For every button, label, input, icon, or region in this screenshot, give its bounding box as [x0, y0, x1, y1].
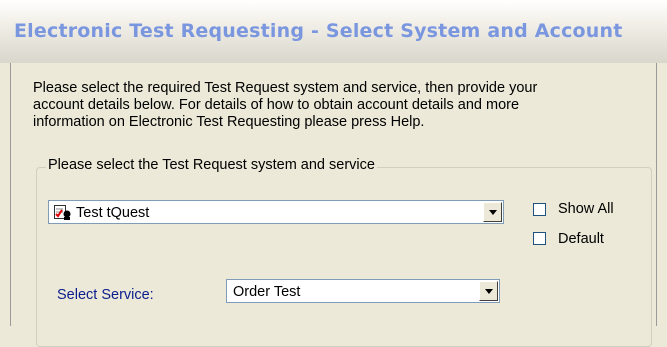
chevron-down-icon — [488, 209, 497, 215]
service-select-dropdown-button[interactable] — [479, 281, 498, 301]
show-all-checkbox[interactable] — [533, 203, 546, 216]
chevron-down-icon — [484, 288, 493, 294]
default-label[interactable]: Default — [558, 231, 604, 247]
system-select[interactable]: Test tQuest — [48, 200, 504, 224]
system-select-value: Test tQuest — [76, 205, 150, 221]
system-service-groupbox — [36, 167, 652, 347]
select-service-label: Select Service: — [57, 287, 154, 303]
default-checkbox[interactable] — [533, 232, 546, 245]
instructions-line: information on Electronic Test Requestin… — [33, 114, 425, 130]
instructions-text: Please select the required Test Request … — [33, 80, 633, 131]
service-select-value: Order Test — [233, 284, 301, 300]
system-service-group-legend: Please select the Test Request system an… — [46, 157, 377, 173]
system-select-dropdown-button[interactable] — [483, 202, 502, 222]
dialog-title: Electronic Test Requesting - Select Syst… — [14, 20, 623, 42]
dialog-title-bar: Electronic Test Requesting - Select Syst… — [0, 0, 667, 63]
instructions-line: Please select the required Test Request … — [33, 80, 538, 96]
show-all-label[interactable]: Show All — [558, 201, 614, 217]
tquest-system-icon — [54, 205, 71, 220]
instructions-line: account details below. For details of ho… — [33, 97, 520, 113]
service-select[interactable]: Order Test — [226, 279, 500, 303]
